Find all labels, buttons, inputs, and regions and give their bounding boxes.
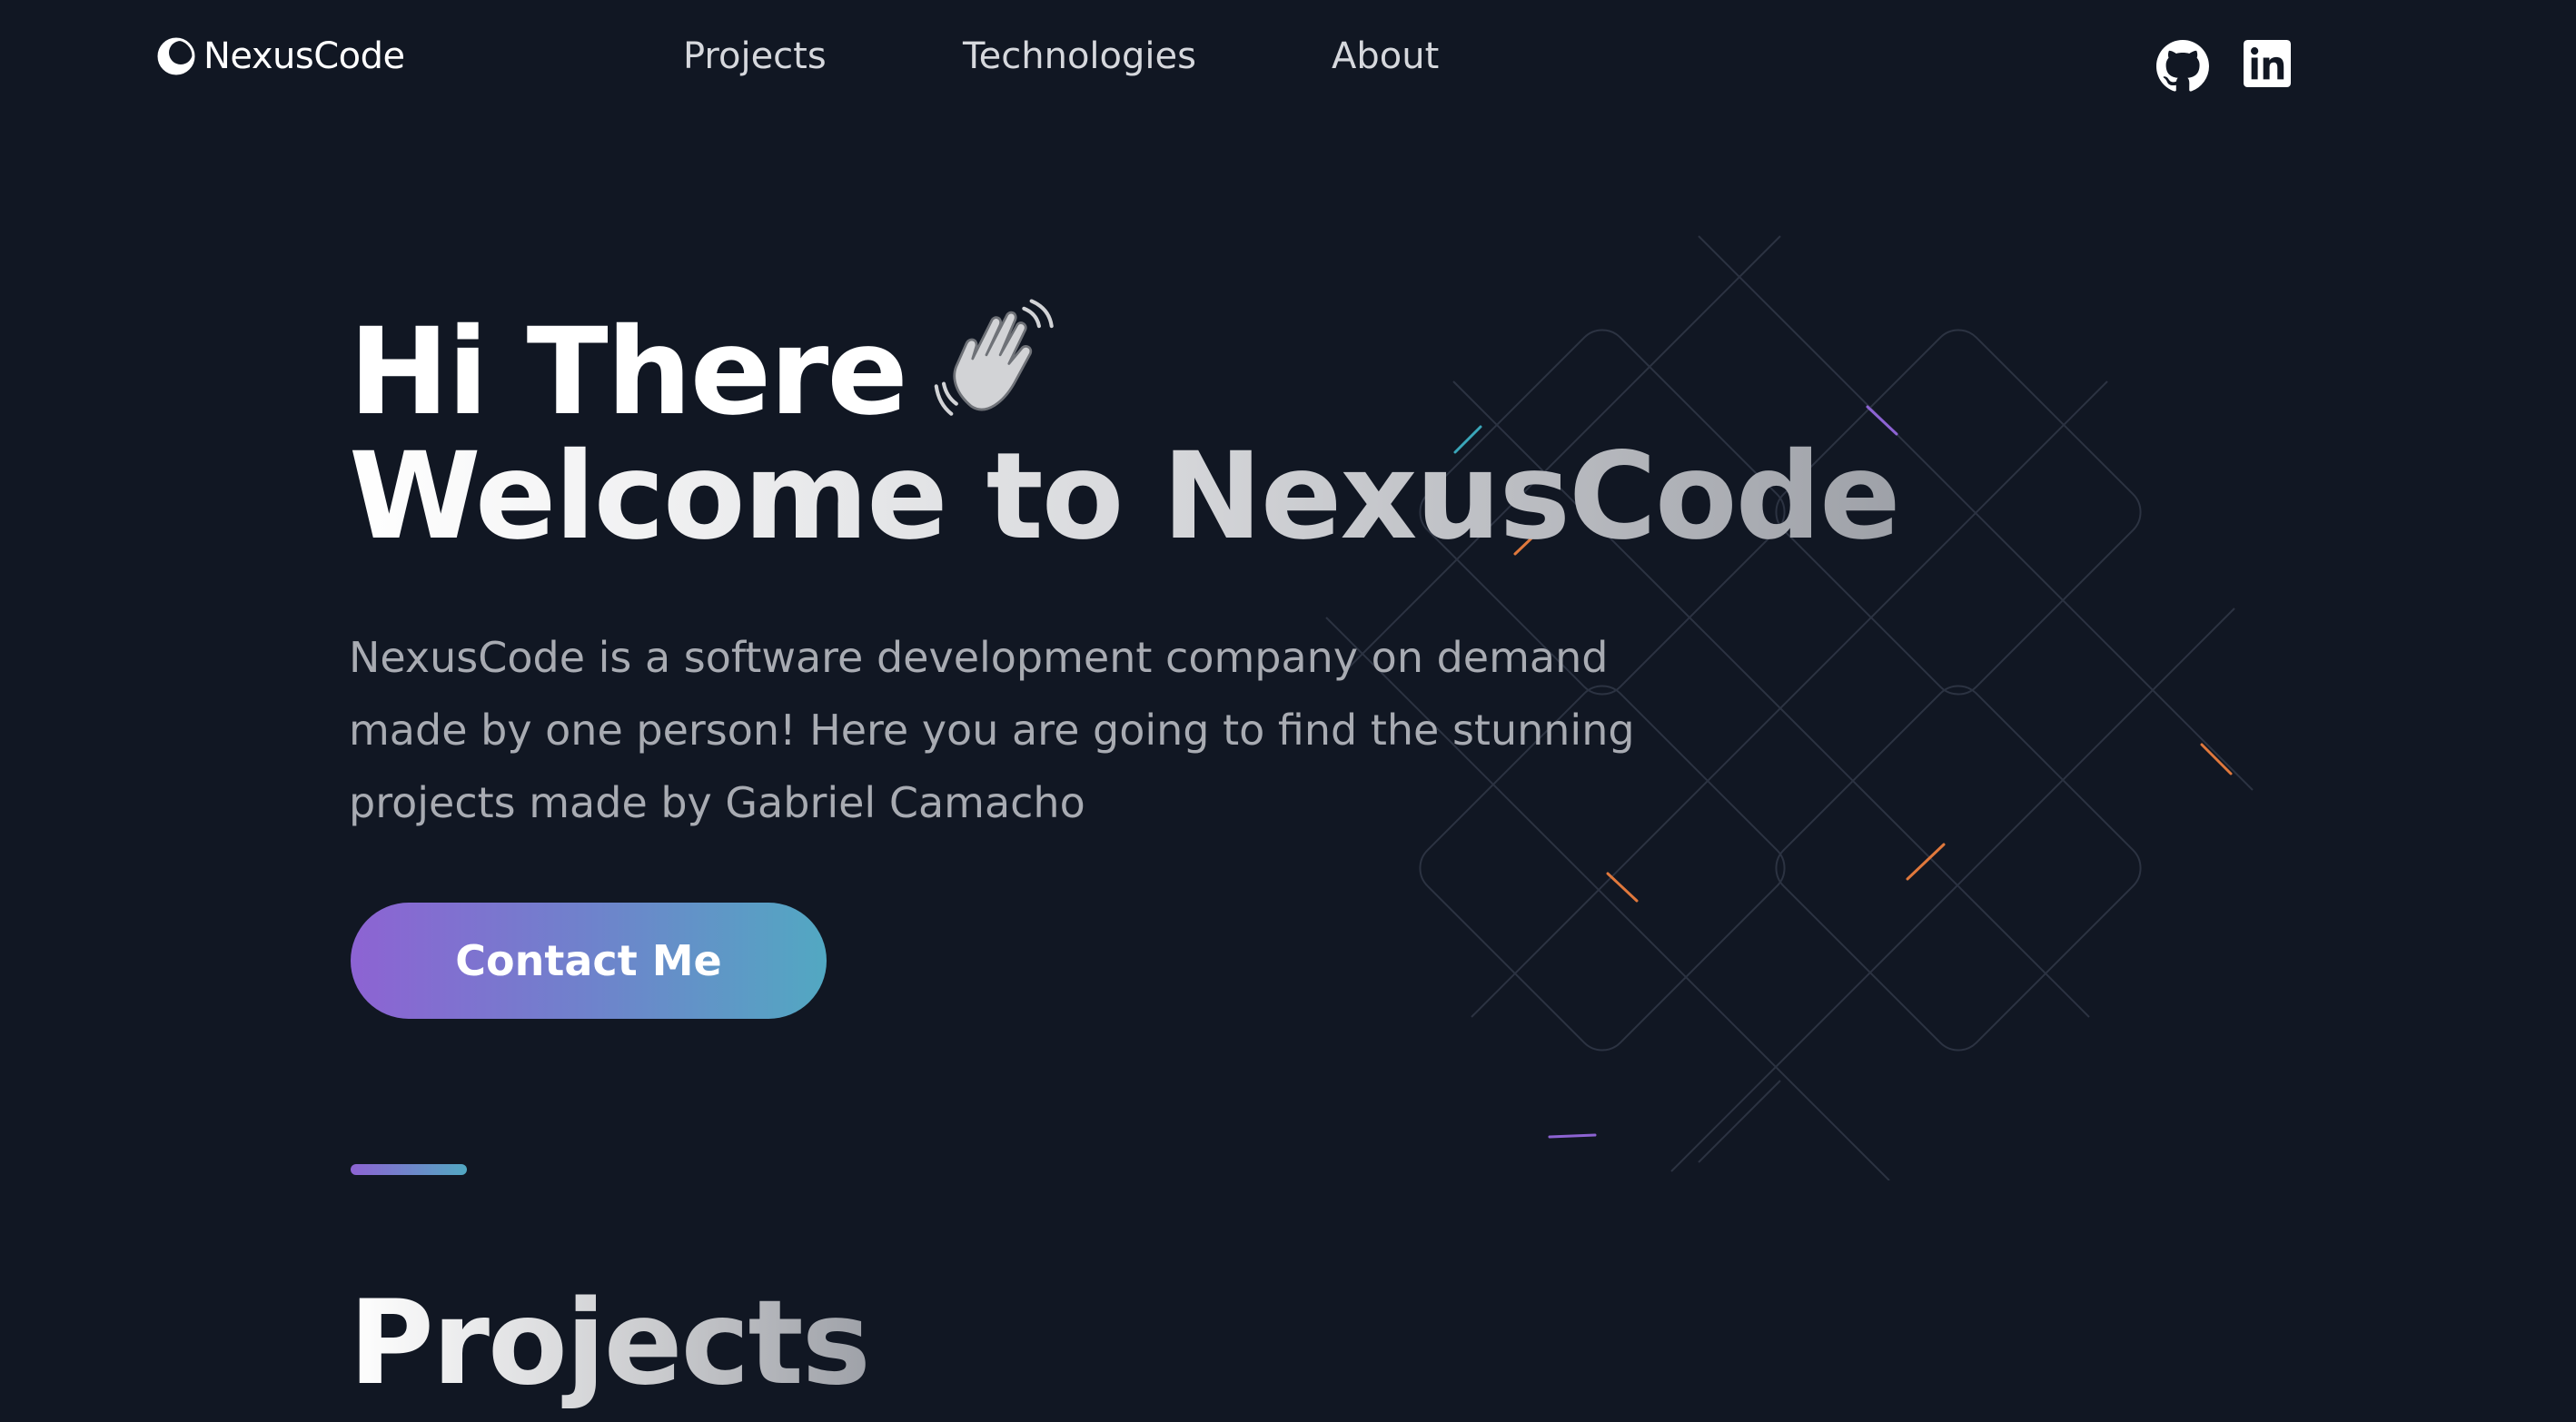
logo-link[interactable]: NexusCode <box>156 31 405 82</box>
hero-greeting: Hi There <box>349 296 1059 449</box>
contact-me-button[interactable]: Contact Me <box>351 903 827 1019</box>
github-link[interactable] <box>2156 40 2209 96</box>
logo-text: NexusCode <box>203 35 405 77</box>
waving-hand-icon <box>934 296 1059 449</box>
logo-icon <box>156 36 196 76</box>
github-icon <box>2156 40 2209 96</box>
hero-description: NexusCode is a software development comp… <box>349 633 1635 827</box>
top-navigation: NexusCode Projects Technologies About <box>0 0 2576 118</box>
nav-link-about[interactable]: About <box>1332 31 1439 82</box>
nav-link-projects[interactable]: Projects <box>683 31 827 82</box>
linkedin-link[interactable] <box>2244 40 2291 91</box>
hero-welcome-heading: Welcome to NexusCode <box>349 427 1901 567</box>
section-divider <box>351 1164 467 1175</box>
linkedin-icon <box>2244 40 2291 91</box>
hero-greeting-text: Hi There <box>349 302 908 442</box>
nav-link-technologies[interactable]: Technologies <box>963 31 1196 82</box>
projects-section-title: Projects <box>349 1271 871 1417</box>
